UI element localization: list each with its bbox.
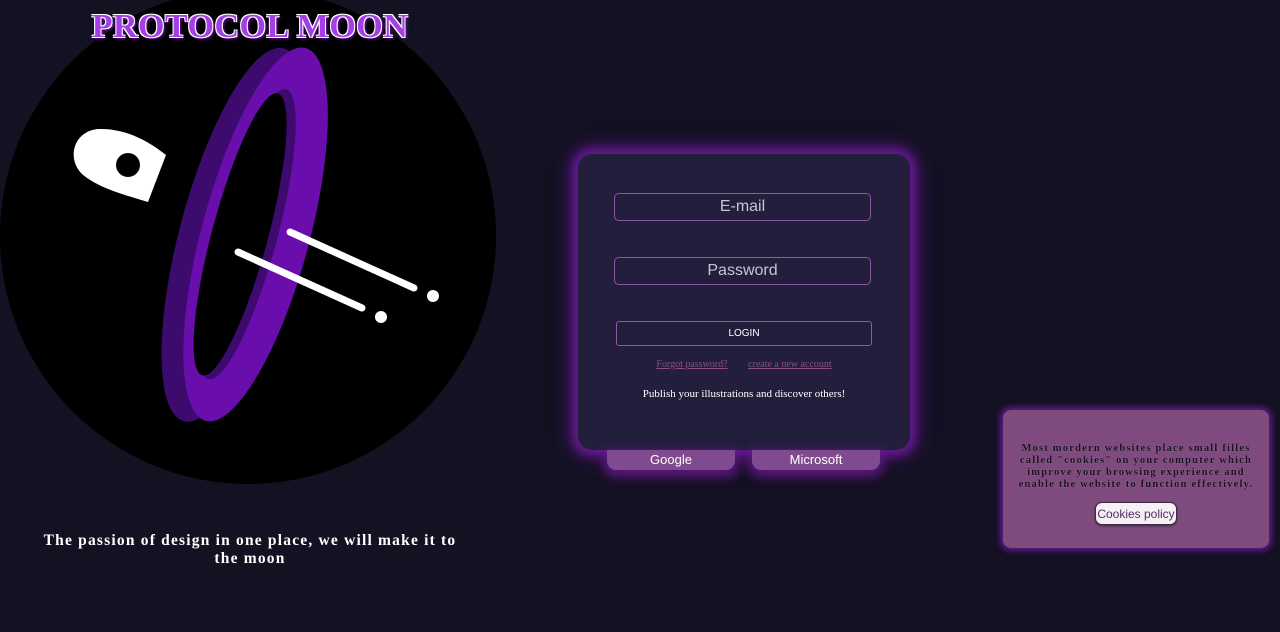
login-form: LOGIN Forgot password? create a new acco… <box>578 154 910 450</box>
publish-text: Publish your illustrations and discover … <box>642 388 846 400</box>
login-button[interactable]: LOGIN <box>616 321 872 346</box>
create-account-link[interactable]: create a new account <box>748 359 832 370</box>
cookie-banner: Most mordern websites place small filles… <box>1003 410 1269 548</box>
moon-logo-illustration <box>0 0 496 484</box>
brand-title: PROTOCOL MOON <box>91 8 409 45</box>
google-login-button[interactable]: Google <box>607 450 735 470</box>
forgot-password-link[interactable]: Forgot password? <box>656 359 727 370</box>
password-field[interactable] <box>614 257 871 285</box>
login-page: PROTOCOL MOON The passion of design in o… <box>0 0 1280 632</box>
microsoft-login-button[interactable]: Microsoft <box>752 450 880 470</box>
cookies-policy-button[interactable]: Cookies policy <box>1095 502 1177 525</box>
tagline: The passion of design in one place, we w… <box>43 532 457 567</box>
email-field[interactable] <box>614 193 871 221</box>
cookie-message: Most mordern websites place small filles… <box>1018 443 1254 490</box>
account-links: Forgot password? create a new account <box>578 359 910 370</box>
hero-section: PROTOCOL MOON The passion of design in o… <box>0 0 500 632</box>
